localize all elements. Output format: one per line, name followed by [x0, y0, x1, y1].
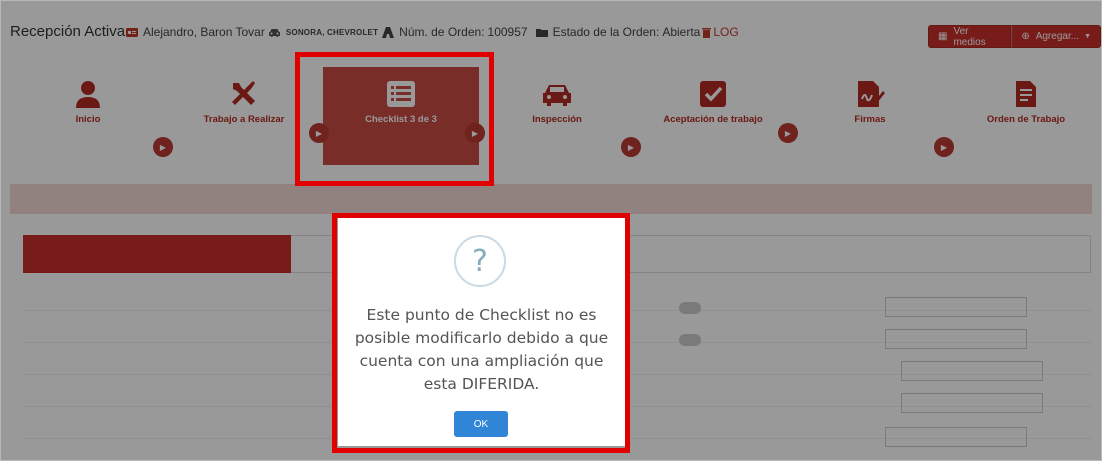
- app-frame: Recepción Activa Alejandro, Baron Tovar …: [0, 0, 1102, 461]
- highlight-box-modal: [332, 213, 630, 453]
- highlight-box-checklist: [295, 52, 494, 186]
